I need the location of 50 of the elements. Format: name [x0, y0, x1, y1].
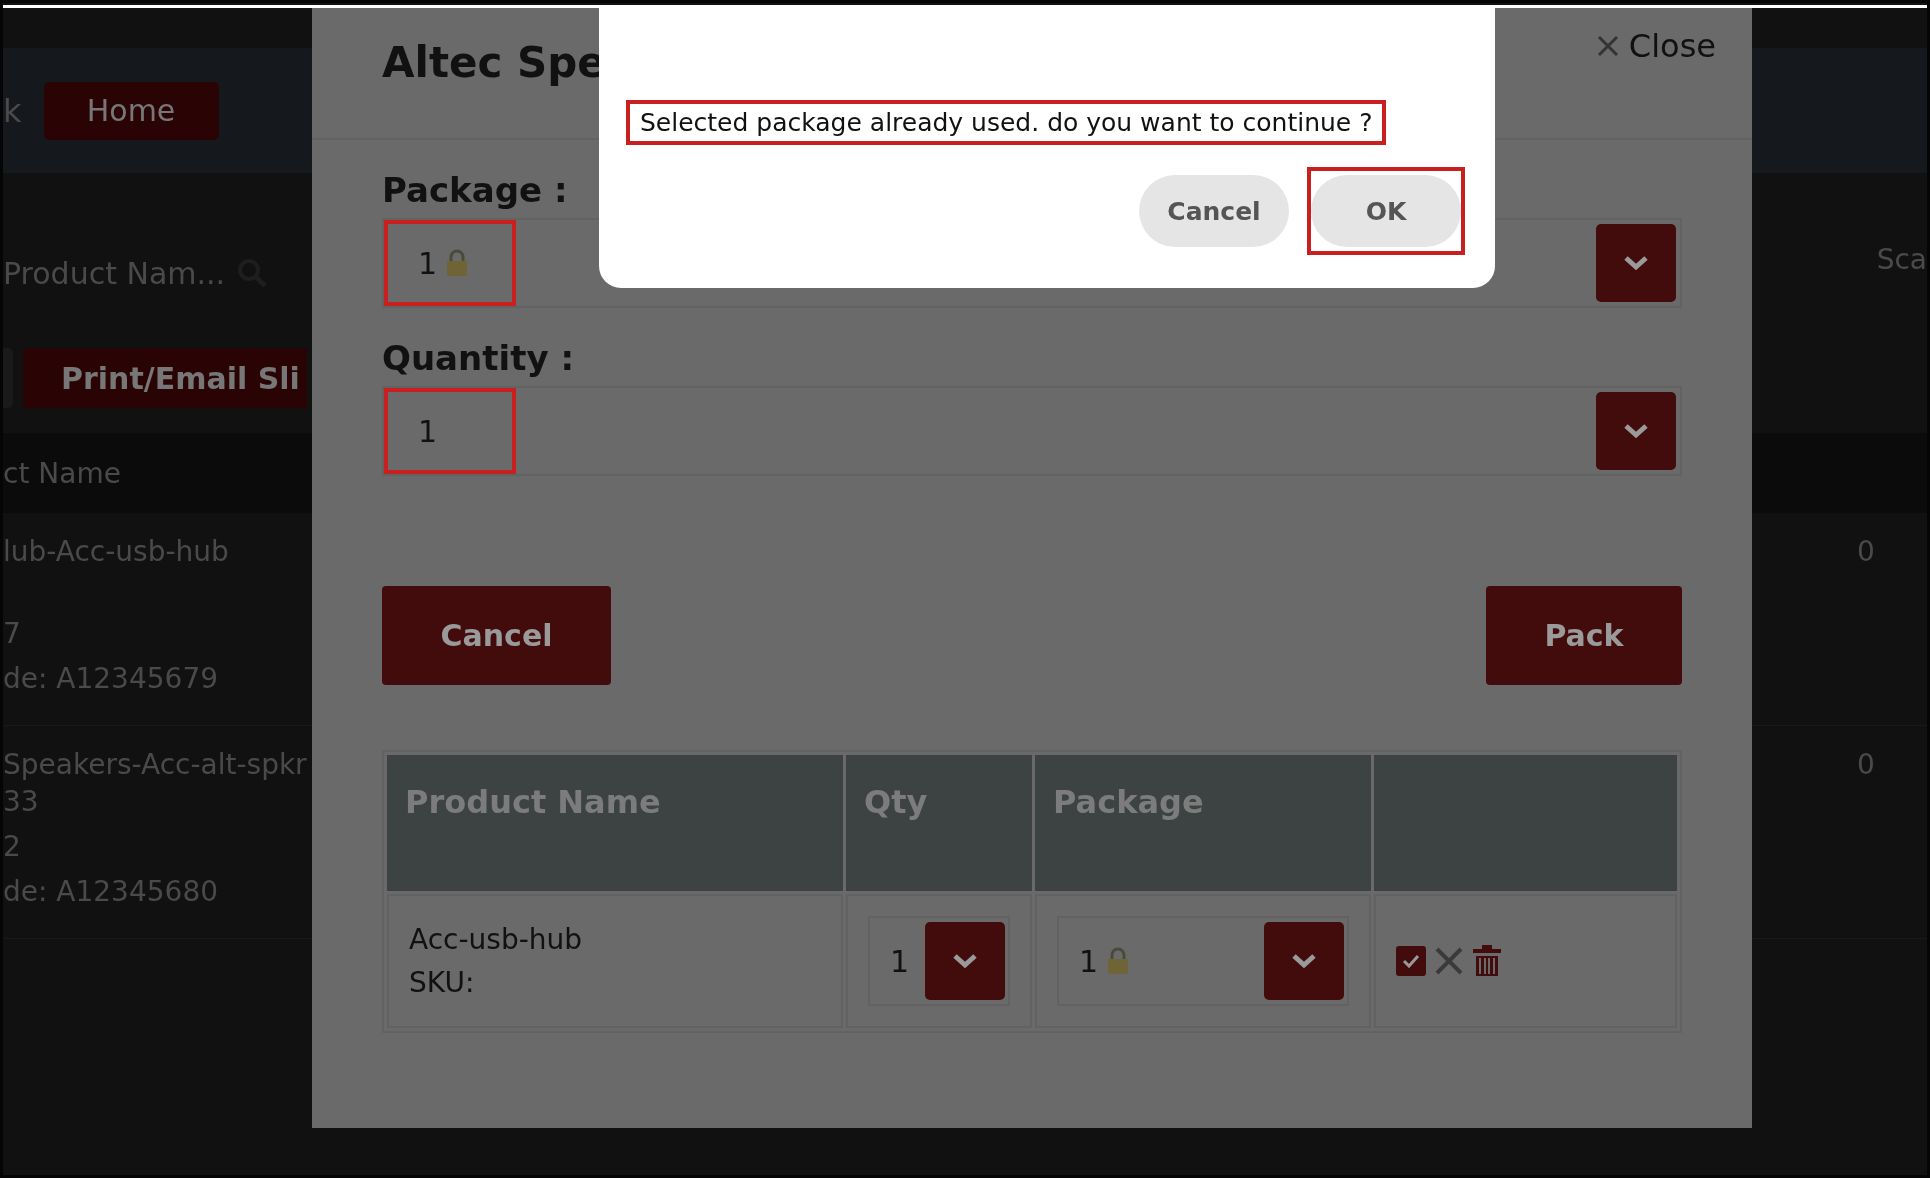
checkbox[interactable] [1396, 946, 1426, 976]
chevron-down-icon [1291, 953, 1317, 969]
field-label: Package : [382, 170, 569, 210]
column-header: Sca [1876, 243, 1927, 276]
column-header: Product Name [387, 755, 843, 891]
trash-icon[interactable] [1472, 945, 1502, 977]
lock-icon [445, 249, 470, 277]
dropdown-button[interactable] [925, 922, 1005, 1000]
home-button[interactable]: Home [43, 81, 219, 140]
dropdown-button[interactable] [1264, 922, 1344, 1000]
pack-button[interactable]: Pack [1486, 586, 1682, 685]
chevron-down-icon [1623, 423, 1649, 439]
print-button[interactable]: Print/Email Sli [23, 348, 307, 408]
lock-icon [1106, 947, 1131, 975]
product-title: lub-Acc-usb-hub [3, 535, 229, 568]
product-detail: 33 [3, 785, 40, 818]
ok-button[interactable]: OK [1311, 175, 1461, 247]
product-detail: 7 [3, 617, 22, 650]
column-header: Package [1035, 755, 1371, 891]
product-detail: 2 [3, 830, 22, 863]
selected-value: 1 [384, 388, 516, 474]
selected-value: 1 [890, 942, 910, 981]
close-icon [1596, 35, 1619, 57]
check-icon [1402, 954, 1420, 968]
alert-message: Selected package already used. do you want to continue ? [640, 108, 1373, 137]
product-name: Acc-usb-hub [409, 923, 584, 956]
dropdown-button[interactable] [1596, 224, 1676, 302]
chevron-down-icon [952, 953, 978, 969]
column-header: Qty [846, 755, 1032, 891]
sku-label: SKU: [409, 966, 476, 999]
scan-count: 0 [1857, 748, 1876, 783]
product-title: Speakers-Acc-alt-spkr [3, 748, 307, 781]
cancel-button[interactable]: Cancel [382, 586, 611, 685]
cancel-button[interactable]: Cancel [1139, 175, 1289, 247]
scan-count: 0 [1857, 535, 1876, 570]
close-icon[interactable] [1434, 946, 1464, 976]
selected-value: 1 [384, 220, 516, 306]
dropdown-button[interactable] [1596, 392, 1676, 470]
chevron-down-icon [1623, 255, 1649, 271]
product-detail: de: A12345680 [3, 875, 219, 908]
selected-value: 1 [1079, 918, 1131, 1004]
modal-title: Altec Spe [382, 38, 606, 87]
package-select[interactable]: 1 [1057, 916, 1349, 1006]
qty-select[interactable]: 1 [868, 916, 1010, 1006]
close-button[interactable]: Close [1590, 26, 1722, 66]
field-label: Quantity : [382, 338, 575, 378]
column-header: ct Name [3, 456, 121, 490]
product-detail: de: A12345679 [3, 662, 219, 695]
search-field[interactable]: Product Nam... [3, 255, 226, 291]
select-field[interactable]: 1 [382, 386, 1682, 476]
